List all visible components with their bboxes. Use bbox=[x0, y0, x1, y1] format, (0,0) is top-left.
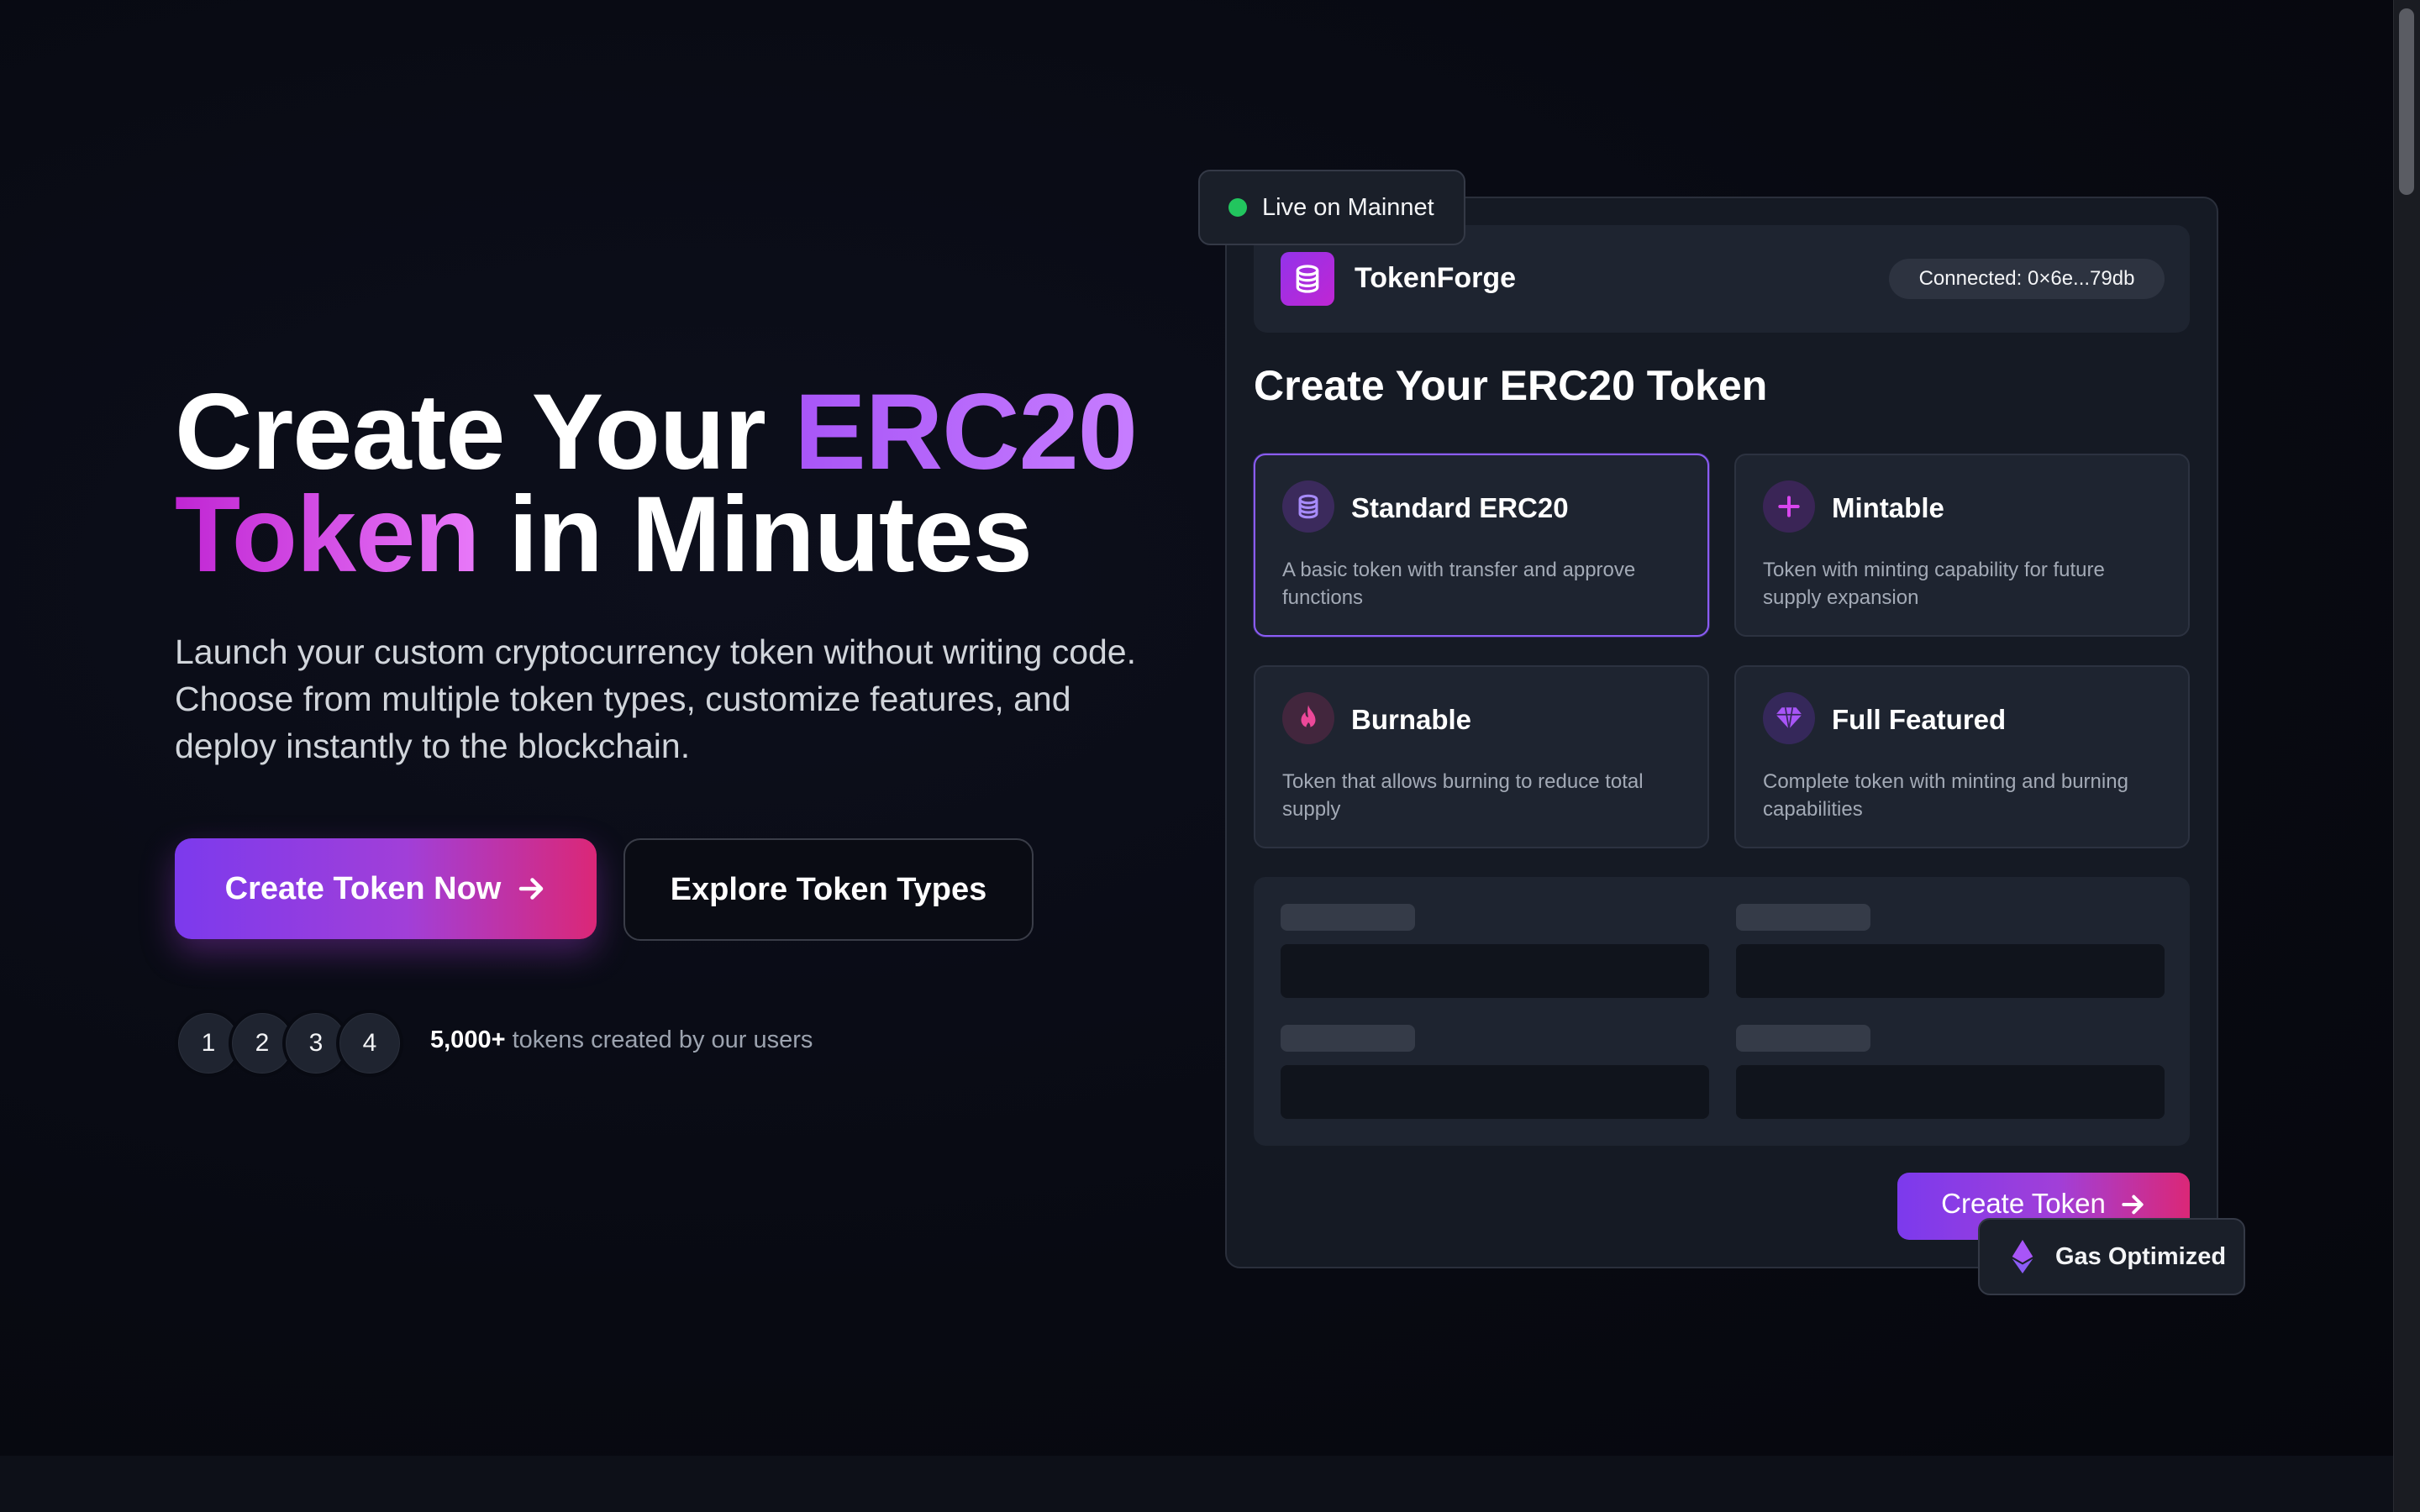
token-type-full-featured[interactable]: Full Featured Complete token with mintin… bbox=[1734, 665, 2190, 848]
explore-token-types-button[interactable]: Explore Token Types bbox=[623, 838, 1034, 941]
token-type-description: Token with minting capability for future… bbox=[1763, 559, 2105, 609]
hero-title-part4: in Minutes bbox=[479, 475, 1033, 595]
skeleton-label bbox=[1281, 904, 1415, 931]
tokens-created-count: 5,000+ bbox=[430, 1026, 506, 1053]
hero-title: Create Your ERC20 Token in Minutes bbox=[175, 379, 1183, 589]
footer-strip bbox=[0, 1456, 2393, 1512]
scrollbar-thumb[interactable] bbox=[2399, 8, 2414, 195]
live-badge-label: Live on Mainnet bbox=[1262, 193, 1434, 221]
fire-icon bbox=[1282, 692, 1334, 744]
token-type-name: Full Featured bbox=[1832, 704, 2007, 735]
coins-logo-icon bbox=[1281, 252, 1334, 306]
token-type-name: Standard ERC20 bbox=[1351, 492, 1569, 523]
user-avatars: 1 2 3 4 bbox=[175, 1010, 403, 1077]
skeleton-label bbox=[1281, 1025, 1415, 1052]
skeleton-label bbox=[1736, 904, 1870, 931]
create-token-now-button[interactable]: Create Token Now bbox=[175, 838, 597, 939]
wallet-connected-pill[interactable]: Connected: 0×6e...79db bbox=[1889, 259, 2165, 299]
token-type-description: Token that allows burning to reduce tota… bbox=[1282, 770, 1644, 821]
gas-optimized-badge: Gas Optimized bbox=[1978, 1218, 2245, 1295]
explore-token-types-label: Explore Token Types bbox=[670, 871, 987, 907]
avatar: 4 bbox=[336, 1010, 403, 1077]
arrow-right-icon bbox=[2122, 1194, 2144, 1215]
token-type-description: A basic token with transfer and approve … bbox=[1282, 559, 1636, 609]
brand-name: TokenForge bbox=[1355, 262, 1517, 294]
tokens-created-text: tokens created by our users bbox=[505, 1026, 813, 1053]
skeleton-input[interactable] bbox=[1736, 944, 2165, 998]
token-type-description: Complete token with minting and burning … bbox=[1763, 770, 2128, 821]
social-proof: 5,000+ tokens created by our users bbox=[430, 1026, 813, 1054]
status-dot-icon bbox=[1228, 198, 1247, 217]
skeleton-input[interactable] bbox=[1736, 1065, 2165, 1119]
coins-icon bbox=[1282, 480, 1334, 533]
gas-badge-label: Gas Optimized bbox=[2055, 1242, 2227, 1270]
live-on-mainnet-badge: Live on Mainnet bbox=[1198, 170, 1465, 245]
ethereum-icon bbox=[2012, 1240, 2033, 1273]
token-type-name: Burnable bbox=[1351, 704, 1472, 735]
skeleton-input[interactable] bbox=[1281, 1065, 1709, 1119]
skeleton-label bbox=[1736, 1025, 1870, 1052]
scrollbar[interactable] bbox=[2393, 0, 2420, 1512]
arrow-right-icon bbox=[519, 878, 544, 900]
token-type-name: Mintable bbox=[1832, 492, 1944, 523]
hero-description: Launch your custom cryptocurrency token … bbox=[175, 633, 1136, 765]
create-token-label: Create Token bbox=[1941, 1188, 2106, 1219]
token-type-mintable[interactable]: Mintable Token with minting capability f… bbox=[1734, 454, 2190, 637]
hero-title-token: Token bbox=[175, 475, 480, 595]
create-token-now-label: Create Token Now bbox=[224, 870, 502, 906]
skeleton-input[interactable] bbox=[1281, 944, 1709, 998]
plus-icon bbox=[1763, 480, 1815, 533]
card-title: Create Your ERC20 Token bbox=[1254, 362, 1768, 409]
token-type-standard-erc20[interactable]: Standard ERC20 A basic token with transf… bbox=[1254, 454, 1709, 637]
token-type-burnable[interactable]: Burnable Token that allows burning to re… bbox=[1254, 665, 1709, 848]
gem-icon bbox=[1763, 692, 1815, 744]
